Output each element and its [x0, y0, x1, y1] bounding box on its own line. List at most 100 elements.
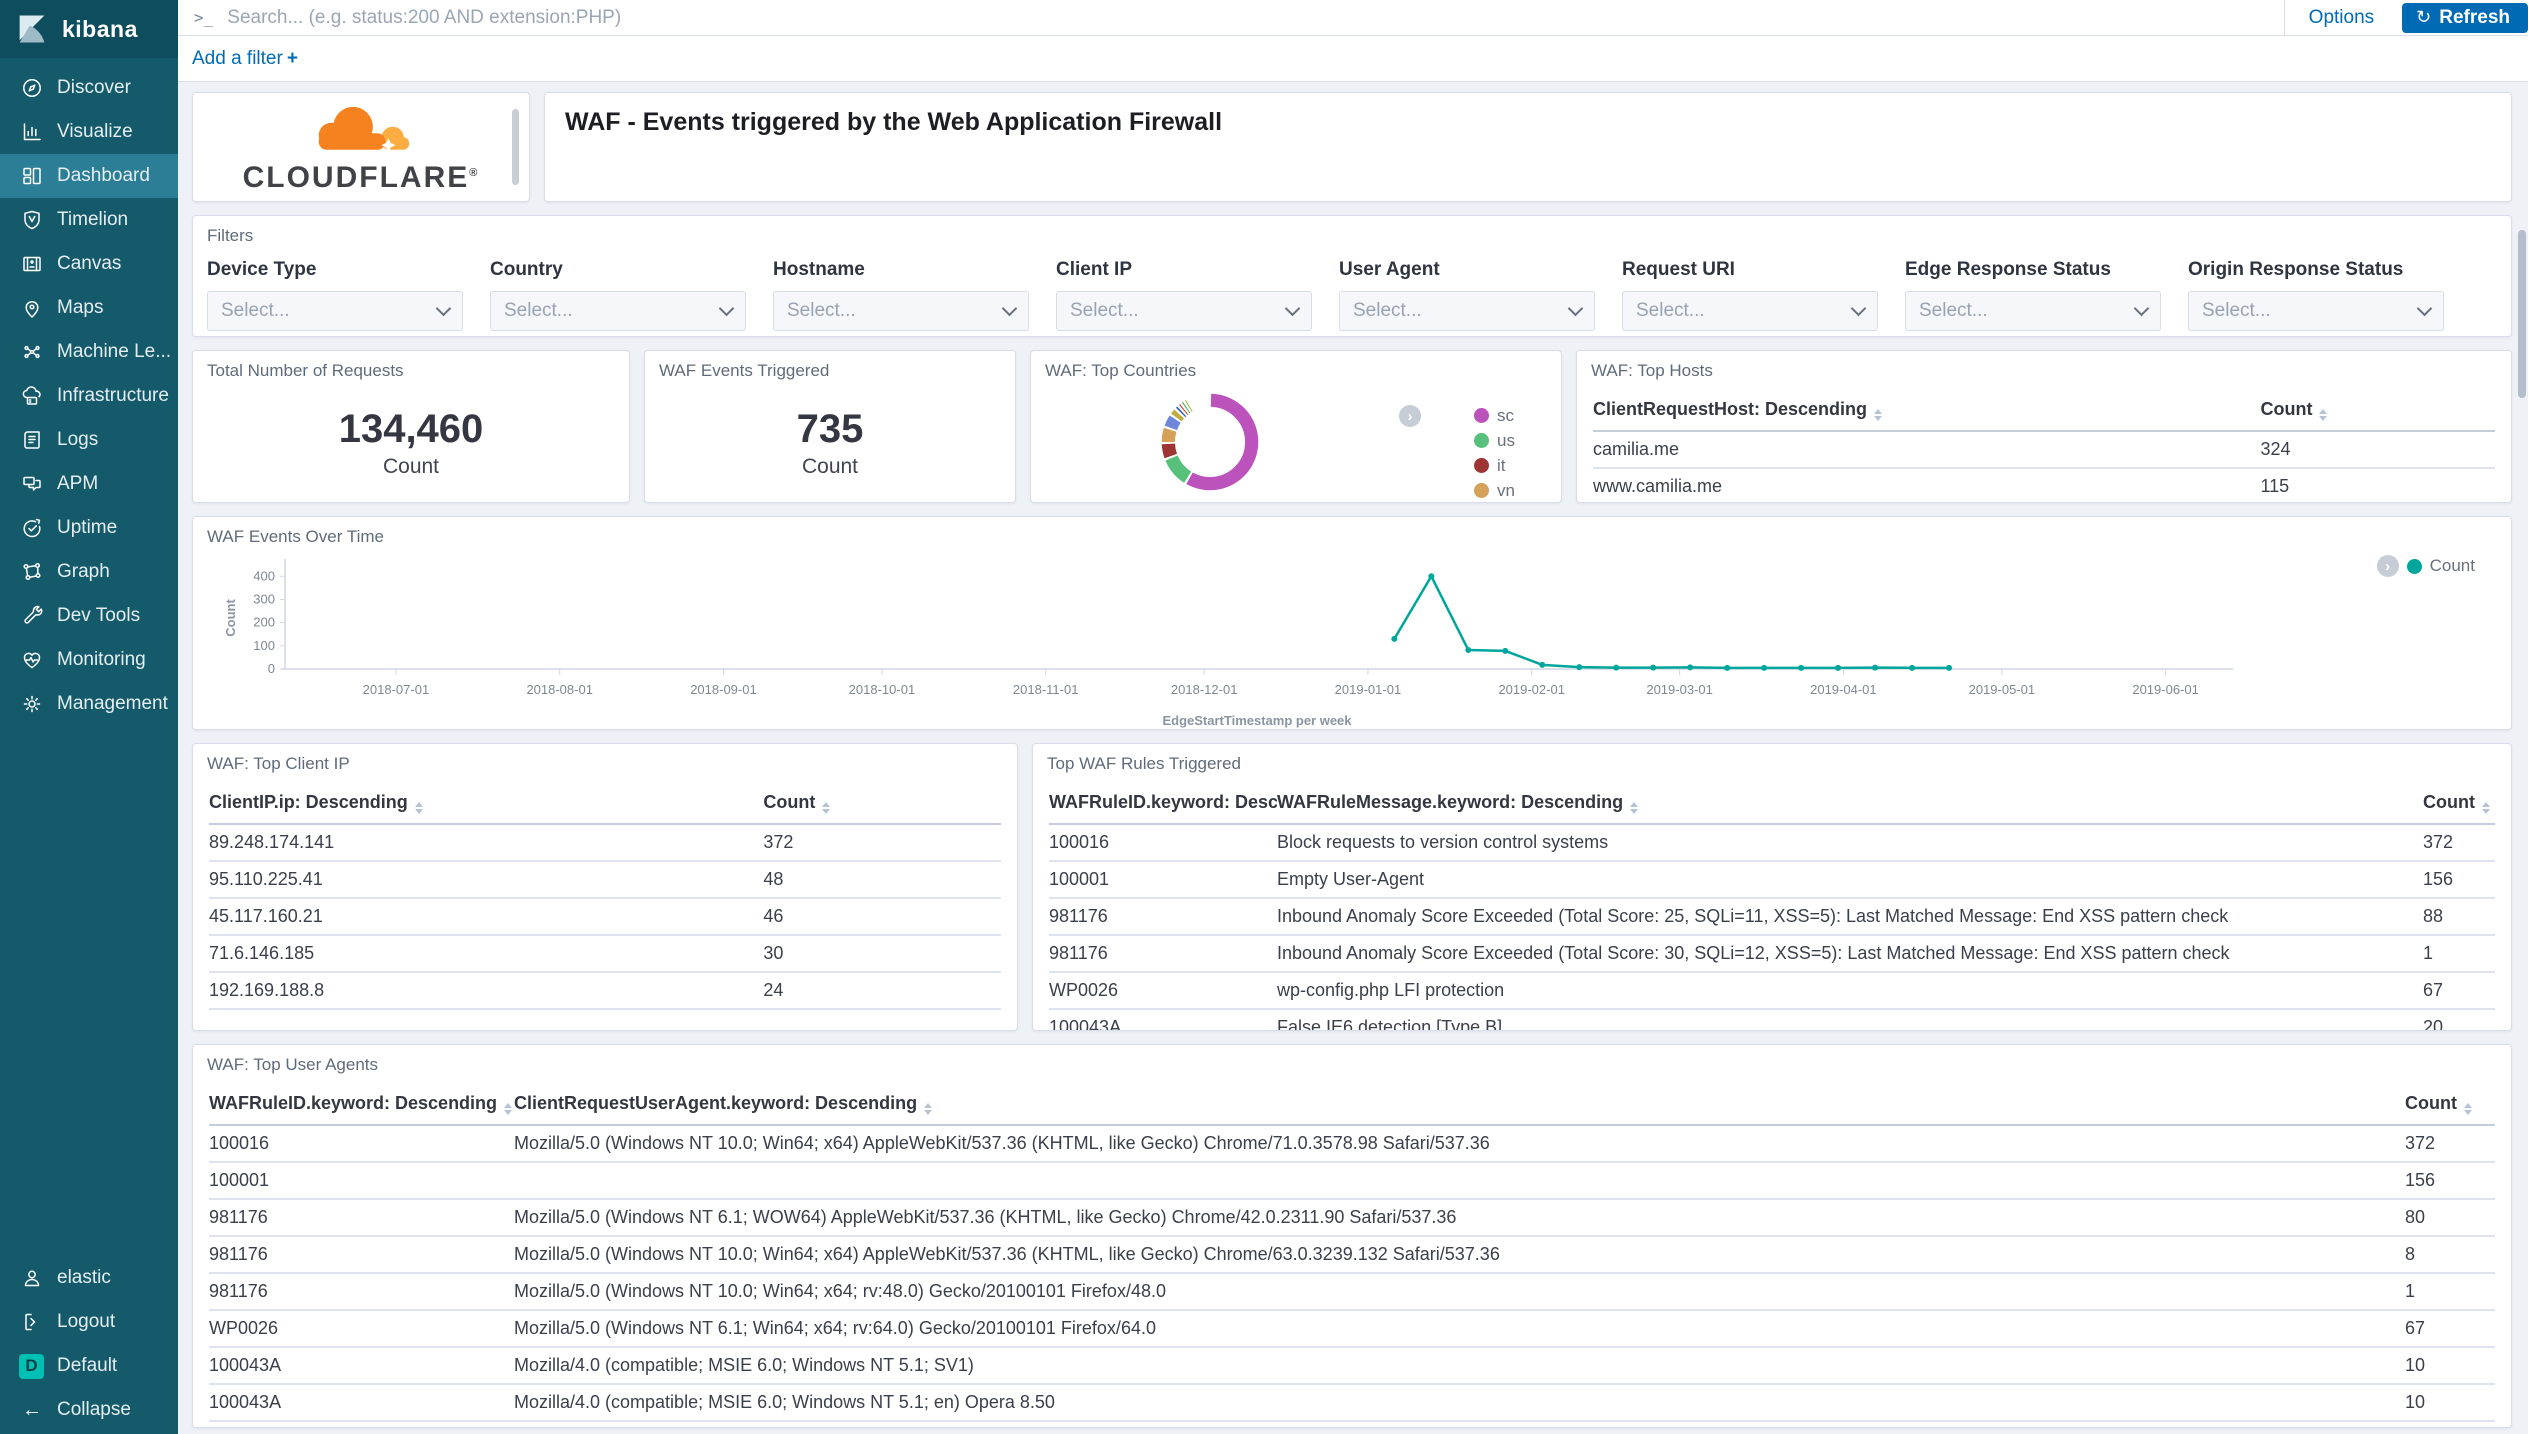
- origin-response-status-select[interactable]: Select...: [2188, 291, 2444, 331]
- column-header[interactable]: WAFRuleID.keyword: Descending: [209, 1085, 514, 1125]
- column-header[interactable]: Count: [2260, 391, 2495, 431]
- table-cell: 1: [2405, 1273, 2495, 1310]
- column-header[interactable]: Count: [2405, 1085, 2495, 1125]
- table-cell: 981176: [209, 1199, 514, 1236]
- sidebar-item-elastic[interactable]: elastic: [0, 1256, 178, 1300]
- filter-request-uri: Request URISelect...: [1622, 259, 1878, 331]
- user-agent-select[interactable]: Select...: [1339, 291, 1595, 331]
- column-header[interactable]: ClientIP.ip: Descending: [209, 784, 763, 824]
- discover-icon: [20, 76, 44, 100]
- table-row: 981176Mozilla/5.0 (Windows NT 10.0; Win6…: [209, 1236, 2495, 1273]
- table-cell: camilia.me: [1593, 431, 2260, 468]
- metric-label: Count: [193, 455, 629, 479]
- legend-swatch: [1474, 433, 1489, 448]
- chevron-down-icon: [436, 301, 452, 317]
- sidebar-item-dev-tools[interactable]: Dev Tools: [0, 594, 178, 638]
- sidebar-item-uptime[interactable]: Uptime: [0, 506, 178, 550]
- column-header[interactable]: Count: [763, 784, 1001, 824]
- table-row: 100016Block requests to version control …: [1049, 824, 2495, 861]
- main-area: >_ Options ↻ Refresh Add a filter+: [178, 0, 2528, 1434]
- sidebar-item-dashboard[interactable]: Dashboard: [0, 154, 178, 198]
- column-header[interactable]: Count: [2423, 784, 2495, 824]
- svg-text:2018-12-01: 2018-12-01: [1171, 682, 1238, 697]
- column-header[interactable]: WAFRuleMessage.keyword: Descending: [1277, 784, 2423, 824]
- sidebar-item-machine-le[interactable]: Machine Le...: [0, 330, 178, 374]
- legend-item[interactable]: us: [1474, 428, 1515, 453]
- events-over-time-chart[interactable]: 01002003004002018-07-012018-08-012018-09…: [193, 551, 2475, 730]
- dashboard-icon: [20, 164, 44, 188]
- sidebar-item-collapse[interactable]: ← Collapse: [0, 1388, 178, 1432]
- sidebar-item-label: Machine Le...: [57, 341, 171, 363]
- table-row: 100043AMozilla/4.0 (compatible; MSIE 6.0…: [209, 1347, 2495, 1384]
- kibana-logo[interactable]: kibana: [0, 0, 178, 58]
- scrollbar-thumb[interactable]: [2518, 230, 2526, 398]
- sidebar-item-label: Infrastructure: [57, 385, 169, 407]
- add-filter-link[interactable]: Add a filter+: [192, 48, 298, 70]
- table-cell: False IE6 detection [Type B]: [1277, 1009, 2423, 1031]
- column-header[interactable]: ClientRequestHost: Descending: [1593, 391, 2260, 431]
- table-row: 981176Mozilla/5.0 (Windows NT 10.0; Win6…: [209, 1273, 2495, 1310]
- table-row: 100043AMozilla/4.0 (compatible; MSIE 6.0…: [209, 1384, 2495, 1421]
- country-select[interactable]: Select...: [490, 291, 746, 331]
- sidebar-item-monitoring[interactable]: Monitoring: [0, 638, 178, 682]
- sidebar-item-logout[interactable]: Logout: [0, 1300, 178, 1344]
- sidebar-item-label: Collapse: [57, 1399, 131, 1421]
- top-hosts-panel: WAF: Top Hosts ClientRequestHost: Descen…: [1576, 350, 2512, 503]
- column-header[interactable]: WAFRuleID.keyword: Descending: [1049, 784, 1277, 824]
- table-row: 981176Inbound Anomaly Score Exceeded (To…: [1049, 935, 2495, 972]
- search-input[interactable]: [225, 6, 2283, 30]
- sidebar-item-infrastructure[interactable]: Infrastructure: [0, 374, 178, 418]
- client-ip-select[interactable]: Select...: [1056, 291, 1312, 331]
- table-cell: 45.117.160.21: [209, 898, 763, 935]
- sidebar-item-graph[interactable]: Graph: [0, 550, 178, 594]
- legend-label[interactable]: Count: [2430, 556, 2475, 576]
- panel-title: WAF Events Triggered: [645, 351, 1015, 381]
- legend-expand-icon[interactable]: ›: [2377, 555, 2399, 577]
- infrastructure-icon: [20, 384, 44, 408]
- column-header[interactable]: ClientRequestUserAgent.keyword: Descendi…: [514, 1085, 2405, 1125]
- sidebar-item-label: Dev Tools: [57, 605, 140, 627]
- options-button[interactable]: Options: [2284, 0, 2398, 35]
- table-cell: 100001: [1049, 861, 1277, 898]
- sidebar-item-timelion[interactable]: Timelion: [0, 198, 178, 242]
- panel-scrollbar[interactable]: [512, 109, 519, 185]
- panel-title: WAF: Top User Agents: [193, 1045, 2511, 1075]
- sidebar-item-discover[interactable]: Discover: [0, 66, 178, 110]
- legend-label: vn: [1497, 481, 1515, 501]
- table-cell: 71.6.146.185: [209, 935, 763, 972]
- top-user-agents-panel: WAF: Top User Agents WAFRuleID.keyword: …: [192, 1044, 2512, 1428]
- hostname-select[interactable]: Select...: [773, 291, 1029, 331]
- legend-item[interactable]: vn: [1474, 478, 1515, 503]
- svg-text:Count: Count: [223, 599, 238, 637]
- collapse-icon: ←: [20, 1399, 44, 1422]
- table-cell: 80: [2405, 1199, 2495, 1236]
- edge-response-status-select[interactable]: Select...: [1905, 291, 2161, 331]
- legend-item[interactable]: it: [1474, 453, 1515, 478]
- sidebar-item-visualize[interactable]: Visualize: [0, 110, 178, 154]
- table-cell: 67: [2405, 1310, 2495, 1347]
- filter-user-agent: User AgentSelect...: [1339, 259, 1595, 331]
- sidebar-item-apm[interactable]: APM: [0, 462, 178, 506]
- sidebar-item-label: Default: [57, 1355, 117, 1377]
- legend-swatch: [1474, 408, 1489, 423]
- panel-title: WAF Events Over Time: [193, 517, 2511, 547]
- legend-expand-icon[interactable]: ›: [1399, 405, 1421, 427]
- sidebar-item-default[interactable]: DDefault: [0, 1344, 178, 1388]
- legend-label: us: [1497, 431, 1515, 451]
- sidebar-item-label: Monitoring: [57, 649, 146, 671]
- table-cell: Mozilla/5.0 (Windows NT 10.0; Win64; x64…: [514, 1125, 2405, 1162]
- refresh-button[interactable]: ↻ Refresh: [2402, 3, 2528, 33]
- request-uri-select[interactable]: Select...: [1622, 291, 1878, 331]
- sidebar-item-canvas[interactable]: Canvas: [0, 242, 178, 286]
- top-countries-donut-chart[interactable]: [1149, 381, 1271, 503]
- sidebar-item-management[interactable]: Management: [0, 682, 178, 726]
- sidebar-item-maps[interactable]: Maps: [0, 286, 178, 330]
- sidebar-item-logs[interactable]: Logs: [0, 418, 178, 462]
- device-type-select[interactable]: Select...: [207, 291, 463, 331]
- page-title: WAF - Events triggered by the Web Applic…: [565, 108, 2491, 137]
- legend-item[interactable]: sc: [1474, 403, 1515, 428]
- table-row: 981176Mozilla/5.0 (Windows NT 6.1; WOW64…: [209, 1199, 2495, 1236]
- sidebar-item-label: Maps: [57, 297, 103, 319]
- table-cell: 372: [763, 824, 1001, 861]
- svg-text:2018-09-01: 2018-09-01: [690, 682, 757, 697]
